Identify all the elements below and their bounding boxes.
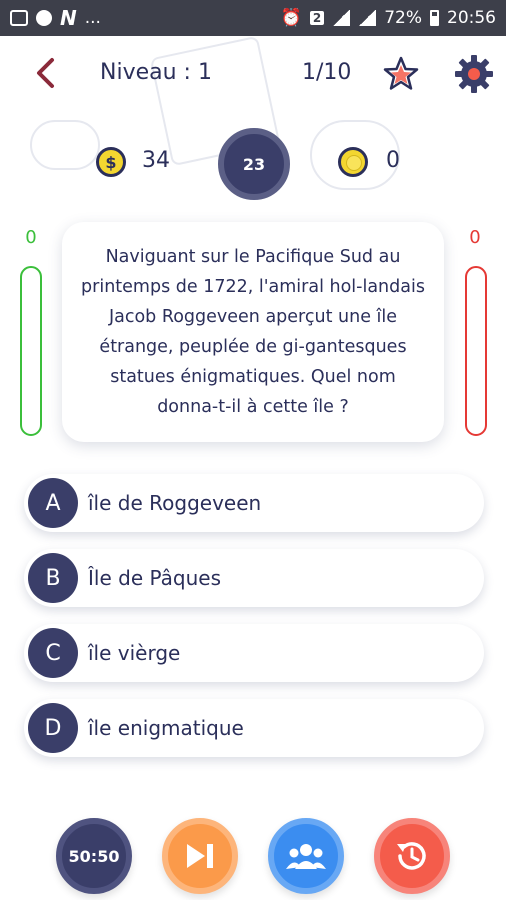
answer-option-d[interactable]: D île enigmatique — [24, 699, 484, 757]
fifty-fifty-label: 50:50 — [68, 846, 120, 866]
answer-letter-badge: C — [28, 628, 78, 678]
answer-text: île enigmatique — [88, 716, 244, 740]
extra-time-button[interactable] — [374, 818, 450, 894]
status-bar: N ... ⏰ 2 72% 20:56 — [0, 0, 506, 36]
clock: 20:56 — [447, 8, 496, 28]
sim-badge: 2 — [309, 11, 325, 25]
answer-letter-badge: B — [28, 553, 78, 603]
signal-icon — [332, 10, 351, 26]
answer-option-c[interactable]: C île vièrge — [24, 624, 484, 682]
skip-icon — [187, 844, 213, 868]
answer-letter-badge: A — [28, 478, 78, 528]
app-notification-icon — [36, 10, 52, 26]
battery-percent: 72% — [384, 8, 422, 28]
star-icon[interactable] — [382, 55, 420, 93]
answer-letter-badge: D — [28, 703, 78, 753]
gold-count: 0 — [386, 148, 400, 173]
status-bar-right: ⏰ 2 72% 20:56 — [281, 8, 496, 28]
wrong-gauge — [465, 266, 487, 436]
history-icon — [397, 842, 426, 870]
status-bar-left: N ... — [10, 6, 101, 30]
timer-value: 23 — [242, 154, 266, 174]
correct-gauge — [20, 266, 42, 436]
gold-coin-icon — [338, 147, 368, 177]
fifty-fifty-button[interactable]: 50:50 — [56, 818, 132, 894]
answer-text: île vièrge — [88, 641, 181, 665]
signal-icon-2 — [358, 10, 377, 26]
question-text: Naviguant sur le Pacifique Sud au printe… — [81, 247, 425, 417]
header: Niveau : 1 1/10 — [0, 40, 506, 110]
battery-icon — [430, 10, 439, 26]
n-notification-icon: N — [60, 6, 77, 30]
wrong-score: 0 — [469, 227, 481, 248]
more-notifications: ... — [84, 8, 101, 28]
countdown-timer: 23 — [218, 128, 290, 200]
gear-icon[interactable] — [454, 54, 494, 94]
answer-text: Île de Pâques — [88, 566, 221, 590]
background-doodle — [30, 120, 100, 170]
image-notification-icon — [10, 10, 28, 26]
back-arrow-icon[interactable] — [30, 56, 64, 90]
level-label: Niveau : 1 — [100, 60, 212, 85]
alarm-icon: ⏰ — [280, 8, 302, 28]
audience-icon — [286, 844, 326, 869]
answer-option-a[interactable]: A île de Roggeveen — [24, 474, 484, 532]
skip-question-button[interactable] — [162, 818, 238, 894]
question-card: Naviguant sur le Pacifique Sud au printe… — [62, 222, 444, 442]
coins-count: 34 — [142, 148, 170, 173]
ask-audience-button[interactable] — [268, 818, 344, 894]
dollar-coin-icon: $ — [96, 147, 126, 177]
question-progress: 1/10 — [302, 60, 352, 85]
answer-text: île de Roggeveen — [88, 491, 262, 515]
answer-option-b[interactable]: B Île de Pâques — [24, 549, 484, 607]
correct-score: 0 — [25, 227, 37, 248]
